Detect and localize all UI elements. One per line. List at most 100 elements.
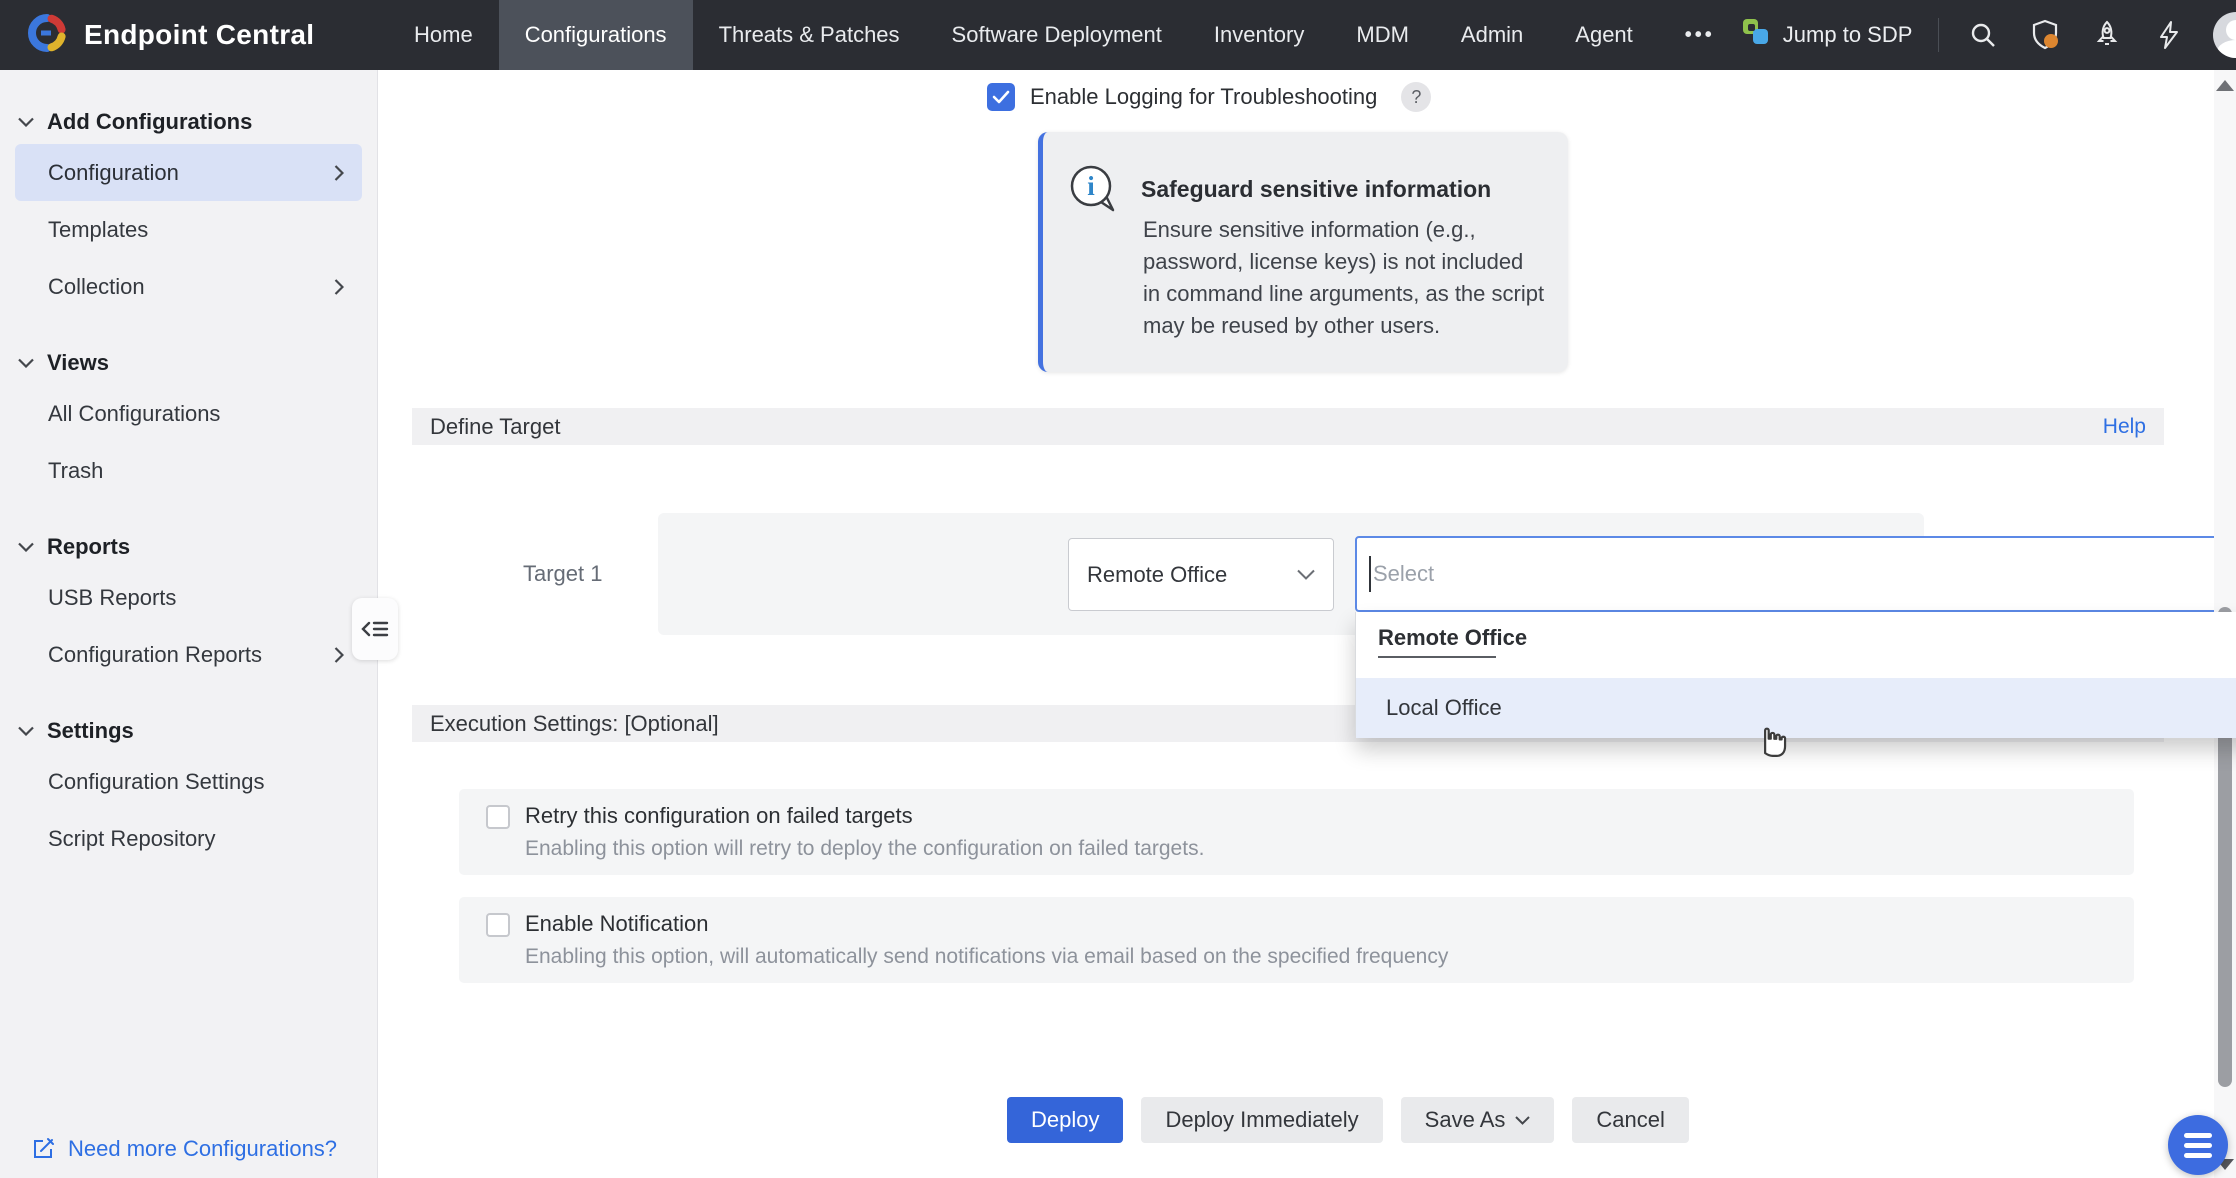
notification-option-card: Enable Notification Enabling this option… — [459, 897, 2134, 983]
brand[interactable]: Endpoint Central — [0, 12, 388, 59]
sidebar-item-script-repository[interactable]: Script Repository — [15, 810, 362, 867]
chevron-down-icon — [1515, 1116, 1530, 1125]
logging-option-row: Enable Logging for Troubleshooting ? — [987, 82, 1431, 112]
sidebar-section-views: Views All Configurations Trash — [0, 341, 377, 499]
nav-item-threats-patches[interactable]: Threats & Patches — [693, 0, 926, 70]
nav-item-more[interactable]: ••• — [1659, 0, 1741, 70]
target-category-dropdown[interactable]: Remote Office — [1068, 538, 1334, 611]
jump-to-sdp-label: Jump to SDP — [1783, 22, 1913, 48]
nav-item-admin[interactable]: Admin — [1435, 0, 1549, 70]
check-icon — [992, 89, 1010, 105]
enable-logging-checkbox[interactable] — [987, 83, 1015, 111]
nav-item-software-deployment[interactable]: Software Deployment — [926, 0, 1188, 70]
sidebar-item-configuration-reports[interactable]: Configuration Reports — [15, 626, 362, 683]
define-target-title: Define Target — [430, 414, 560, 440]
sidebar-section-add-configurations: Add Configurations Configuration Templat… — [0, 100, 377, 315]
sidebar-section-reports: Reports USB Reports Configuration Report… — [0, 525, 377, 683]
sidebar-section-settings: Settings Configuration Settings Script R… — [0, 709, 377, 867]
shield-badge — [2044, 34, 2058, 48]
need-more-configurations-link[interactable]: Need more Configurations? — [30, 1136, 337, 1162]
top-navigation-bar: Endpoint Central Home Configurations Thr… — [0, 0, 2236, 70]
target-options-dropdown: Remote Office Local Office — [1355, 612, 2236, 738]
nav-item-home[interactable]: Home — [388, 0, 499, 70]
form-action-buttons: Deploy Deploy Immediately Save As Cancel — [1007, 1097, 1689, 1143]
svg-text:i: i — [1087, 171, 1095, 201]
text-caret — [1369, 556, 1371, 592]
shield-icon — [2028, 18, 2062, 52]
brand-title: Endpoint Central — [84, 19, 314, 51]
scroll-up-arrow-icon[interactable] — [2216, 80, 2234, 91]
save-as-button[interactable]: Save As — [1401, 1097, 1555, 1143]
endpoint-central-logo-icon — [26, 12, 68, 59]
notification-checkbox[interactable] — [486, 913, 510, 937]
sidebar-item-usb-reports[interactable]: USB Reports — [15, 569, 362, 626]
search-button[interactable] — [1965, 17, 2001, 53]
app-root: Endpoint Central Home Configurations Thr… — [0, 0, 2236, 1178]
edit-icon — [30, 1136, 56, 1162]
define-target-section-bar: Define Target Help — [412, 408, 2164, 445]
sidebar-title-views[interactable]: Views — [0, 341, 377, 385]
target-select-input[interactable] — [1355, 536, 2236, 612]
dropdown-option-local-office[interactable]: Local Office — [1356, 678, 2236, 738]
notification-option-description: Enabling this option, will automatically… — [525, 945, 1448, 969]
logging-help-icon[interactable]: ? — [1401, 82, 1431, 112]
sidebar-item-all-configurations[interactable]: All Configurations — [15, 385, 362, 442]
dropdown-group-underline — [1378, 656, 1496, 658]
nav-item-configurations[interactable]: Configurations — [499, 0, 693, 70]
floating-menu-button[interactable] — [2168, 1115, 2228, 1175]
sidebar-item-templates[interactable]: Templates — [15, 201, 362, 258]
hamburger-icon — [2184, 1133, 2212, 1138]
chevron-down-icon — [18, 542, 34, 552]
retry-checkbox[interactable] — [486, 805, 510, 829]
chevron-down-icon — [1297, 569, 1315, 580]
define-target-help-link[interactable]: Help — [2103, 415, 2146, 439]
whats-new-button[interactable] — [2089, 17, 2125, 53]
sidebar-item-configuration-settings[interactable]: Configuration Settings — [15, 753, 362, 810]
sidebar-item-configuration[interactable]: Configuration — [15, 144, 362, 201]
collapse-sidebar-icon — [360, 615, 390, 643]
sidebar: Add Configurations Configuration Templat… — [0, 70, 378, 1178]
main-content: Enable Logging for Troubleshooting ? i S… — [379, 70, 2214, 1178]
security-button[interactable] — [2027, 17, 2063, 53]
search-icon — [1967, 19, 1999, 51]
cancel-button[interactable]: Cancel — [1572, 1097, 1688, 1143]
deploy-button[interactable]: Deploy — [1007, 1097, 1123, 1143]
lightning-icon — [2153, 19, 2185, 51]
sidebar-collapse-button[interactable] — [352, 598, 398, 660]
retry-option-description: Enabling this option will retry to deplo… — [525, 837, 1204, 861]
execution-settings-title: Execution Settings: [Optional] — [430, 711, 719, 737]
quick-actions-button[interactable] — [2151, 17, 2187, 53]
nav-item-inventory[interactable]: Inventory — [1188, 0, 1331, 70]
chevron-right-icon — [334, 647, 344, 663]
chevron-down-icon — [18, 358, 34, 368]
sidebar-title-settings[interactable]: Settings — [0, 709, 377, 753]
dropdown-option-remote-office[interactable]: Remote Office — [1378, 620, 1527, 656]
sidebar-title-add-configurations[interactable]: Add Configurations — [0, 100, 377, 144]
sidebar-item-trash[interactable]: Trash — [15, 442, 362, 499]
nav-item-agent[interactable]: Agent — [1549, 0, 1659, 70]
enable-logging-label: Enable Logging for Troubleshooting — [1030, 84, 1377, 110]
sidebar-item-collection[interactable]: Collection — [15, 258, 362, 315]
sidebar-title-reports[interactable]: Reports — [0, 525, 377, 569]
chevron-down-icon — [18, 117, 34, 127]
user-avatar[interactable] — [2213, 12, 2236, 58]
safeguard-info-box: i Safeguard sensitive information Ensure… — [1038, 132, 1568, 372]
retry-option-card: Retry this configuration on failed targe… — [459, 789, 2134, 875]
primary-nav: Home Configurations Threats & Patches So… — [388, 0, 1741, 70]
deploy-immediately-button[interactable]: Deploy Immediately — [1141, 1097, 1382, 1143]
rocket-icon — [2091, 19, 2123, 51]
topbar-right-cluster: Jump to SDP — [1741, 12, 2236, 58]
target-category-value: Remote Office — [1087, 562, 1227, 588]
chevron-right-icon — [334, 279, 344, 295]
chevron-down-icon — [18, 726, 34, 736]
jump-to-sdp-button[interactable]: Jump to SDP — [1741, 17, 1913, 53]
notification-option-label: Enable Notification — [525, 911, 708, 937]
info-bubble-icon: i — [1065, 162, 1121, 223]
chevron-right-icon — [334, 165, 344, 181]
mouse-cursor-icon — [1752, 716, 1792, 765]
info-box-body: Ensure sensitive information (e.g., pass… — [1143, 214, 1545, 342]
topbar-divider — [1938, 18, 1939, 52]
nav-item-mdm[interactable]: MDM — [1330, 0, 1435, 70]
sdp-icon — [1741, 17, 1771, 53]
info-box-title: Safeguard sensitive information — [1141, 176, 1491, 203]
